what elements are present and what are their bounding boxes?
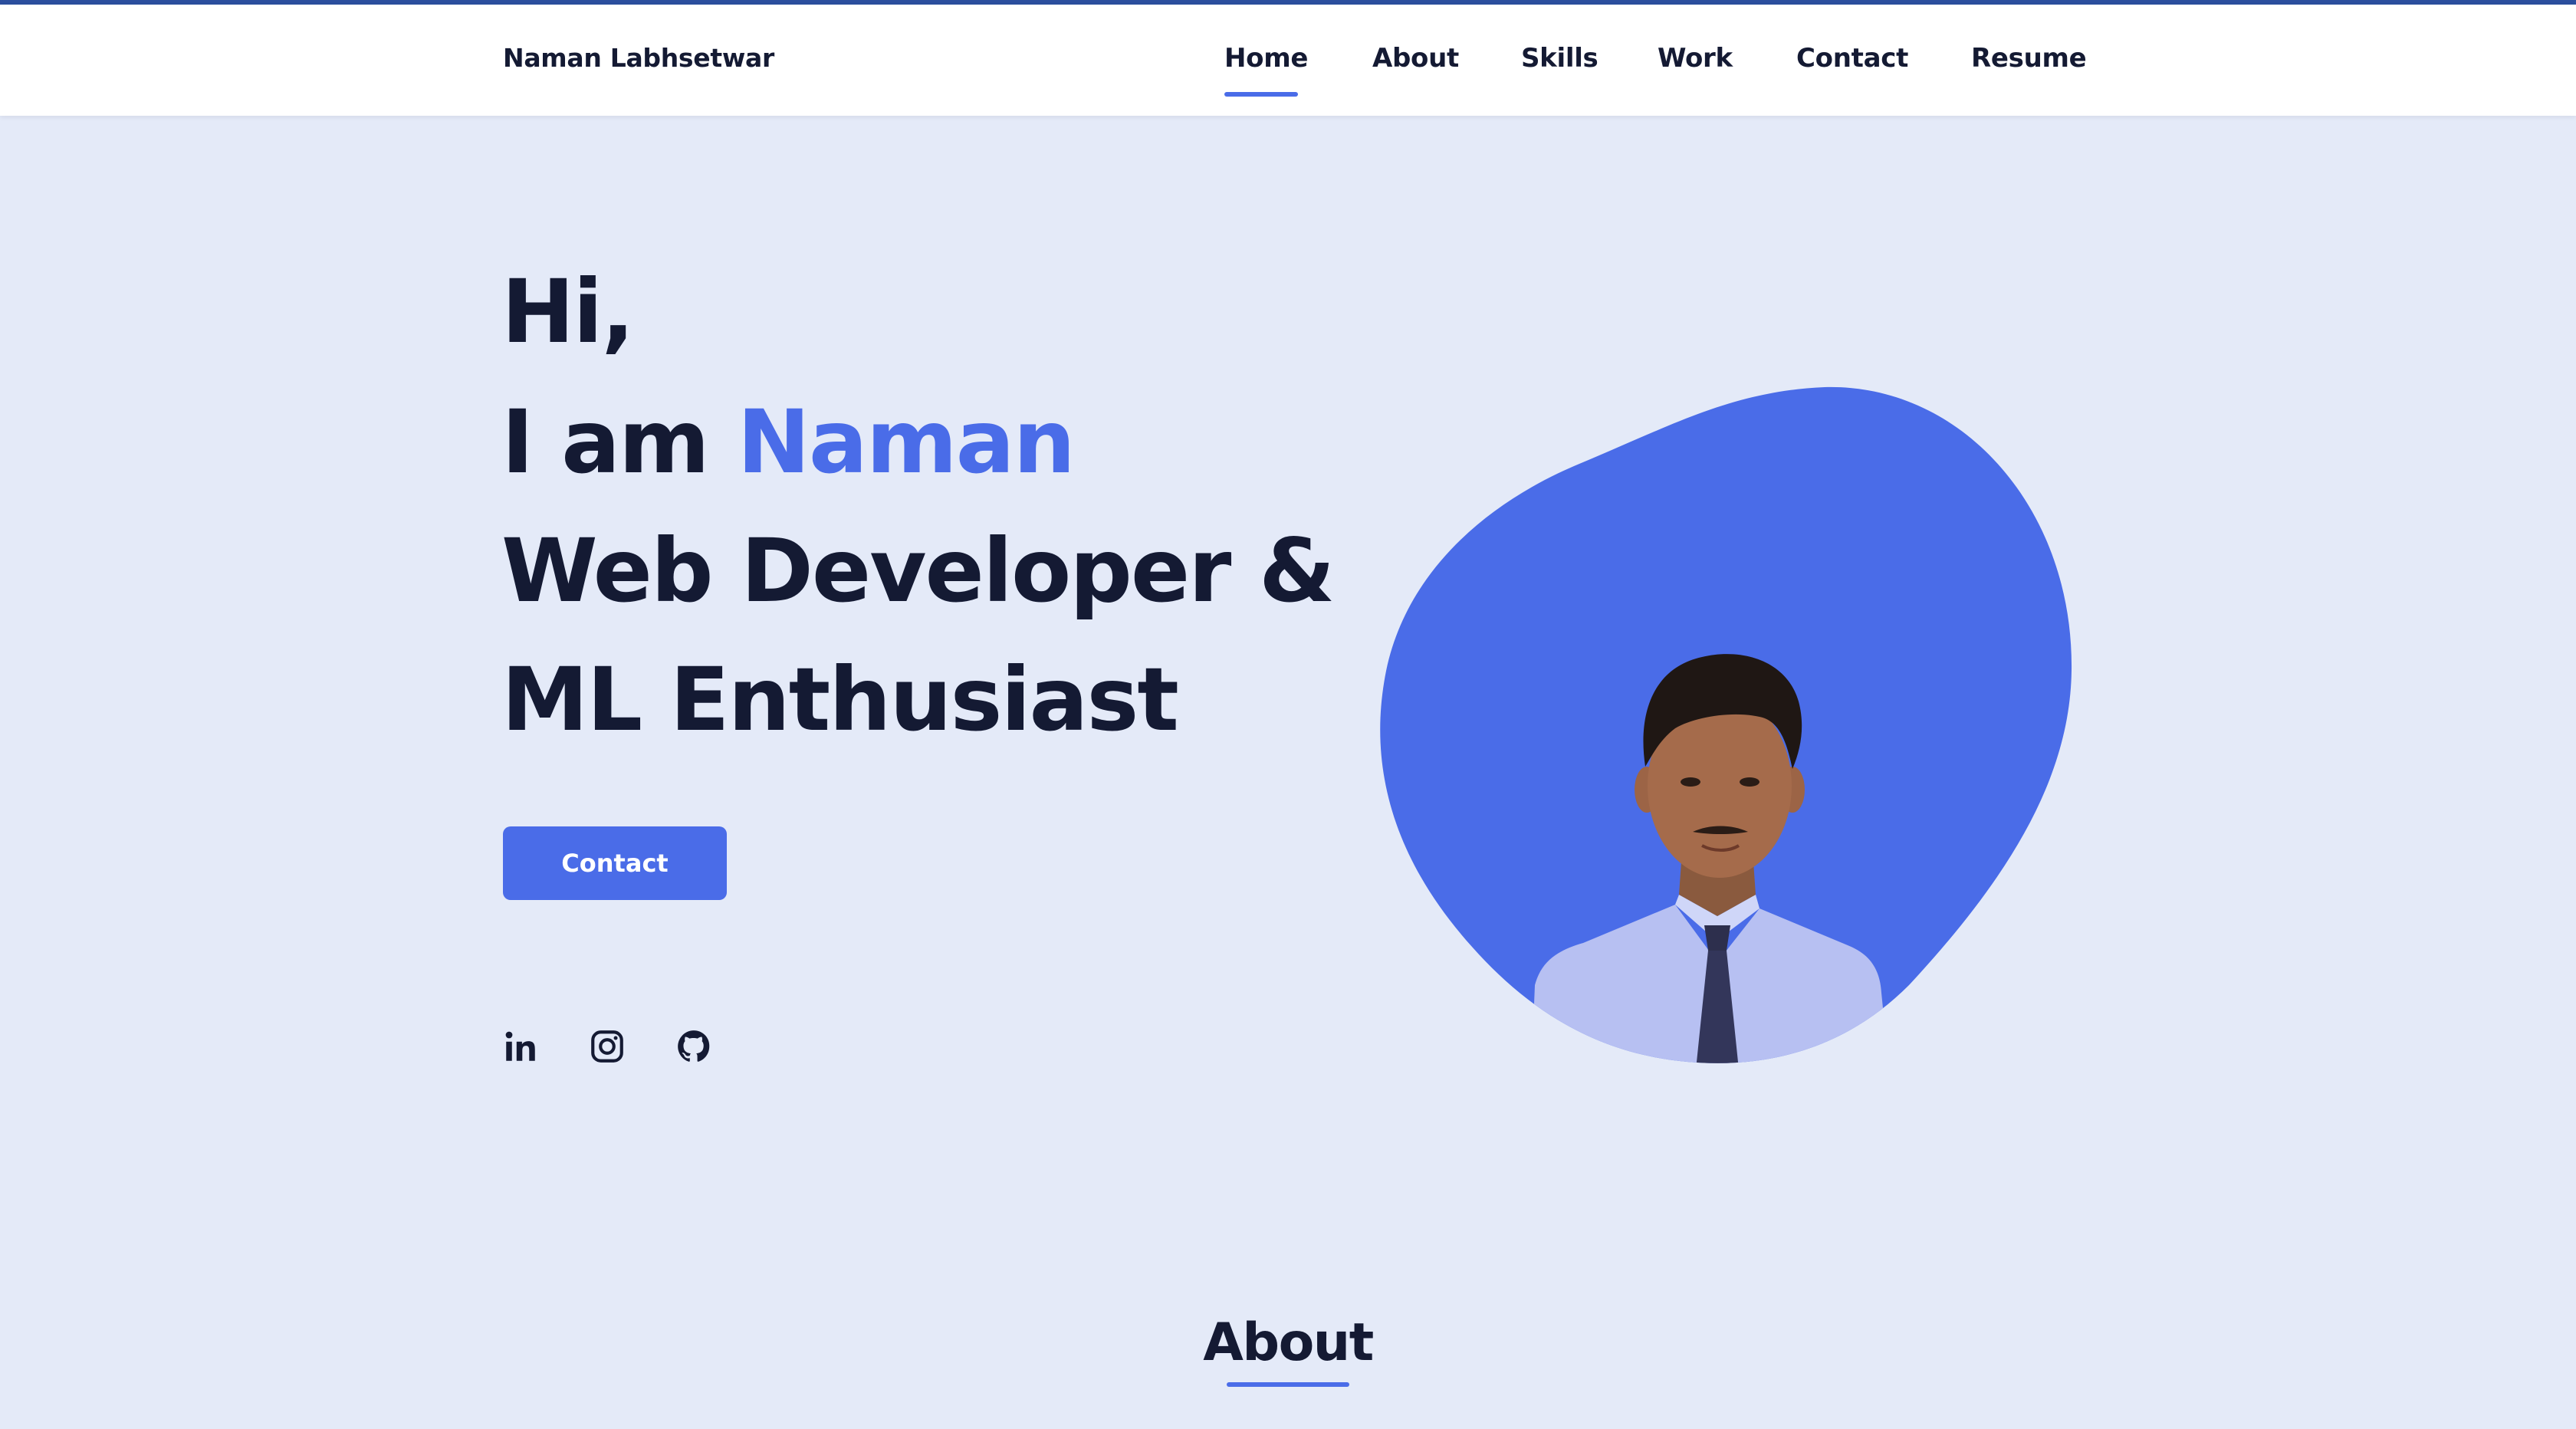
profile-blob (1372, 379, 2078, 1069)
about-heading-underline (1227, 1382, 1349, 1387)
hero-intro-prefix: I am (501, 391, 738, 493)
hero-name: Naman (737, 391, 1076, 493)
linkedin-glyph (505, 1031, 535, 1061)
nav-work[interactable]: Work (1658, 43, 1733, 74)
nav-home[interactable]: Home (1224, 43, 1308, 74)
nav-skills[interactable]: Skills (1521, 43, 1598, 74)
hero-intro: I am Naman (501, 391, 1076, 493)
nav-active-underline (1224, 92, 1298, 97)
hero-greeting: Hi, (501, 261, 635, 363)
nav-about[interactable]: About (1372, 43, 1459, 74)
nav-resume[interactable]: Resume (1971, 43, 2087, 74)
github-icon[interactable] (675, 1027, 713, 1066)
main-nav: Home About Skills Work Contact Resume (0, 43, 2576, 104)
linkedin-icon[interactable] (501, 1027, 540, 1066)
hero-role-line2: ML Enthusiast (501, 649, 1179, 751)
profile-illustration (1380, 386, 2072, 1063)
contact-button[interactable]: Contact (503, 826, 727, 900)
github-glyph (678, 1030, 710, 1062)
nav-contact[interactable]: Contact (1796, 43, 1908, 74)
hero-role-line1: Web Developer & (501, 520, 1336, 622)
about-heading: About (1203, 1312, 1374, 1373)
instagram-glyph (591, 1030, 623, 1063)
instagram-icon[interactable] (588, 1027, 626, 1066)
site-header: Naman Labhsetwar Home About Skills Work … (0, 5, 2576, 116)
